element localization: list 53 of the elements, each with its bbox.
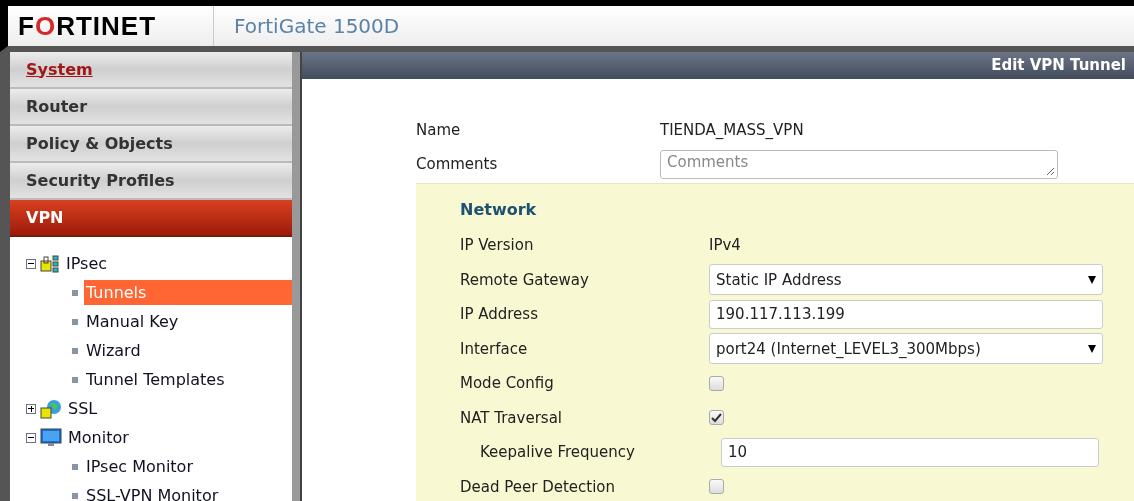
tree-item[interactable]: Tunnel Templates: [84, 367, 292, 392]
bullet-icon: [72, 289, 78, 296]
logo: FORTINET: [17, 9, 157, 43]
checkbox[interactable]: [709, 375, 724, 391]
product-title: FortiGate 1500D: [233, 13, 400, 40]
caret-icon: [1088, 275, 1096, 284]
field-label: Mode Config: [460, 373, 555, 394]
checkbox[interactable]: [709, 410, 724, 426]
field-label: IP Address: [460, 304, 539, 325]
checkbox[interactable]: [709, 479, 724, 495]
bullet-icon: [72, 318, 78, 325]
tree-item[interactable]: Manual Key: [84, 309, 292, 334]
comments-field[interactable]: Comments: [660, 149, 1058, 179]
bullet-icon: [72, 492, 78, 499]
nav-section[interactable]: Router: [10, 89, 292, 126]
tree-item[interactable]: Monitor: [68, 425, 129, 450]
field-label: Dead Peer Detection: [460, 476, 617, 498]
globe-lock-icon: [40, 398, 62, 419]
bullet-icon: [72, 463, 78, 470]
section-title: Network: [460, 199, 538, 221]
field-label: Keepalive Frequency: [480, 442, 636, 463]
collapse-icon[interactable]: [26, 432, 36, 443]
checkmark-icon: [711, 412, 722, 423]
tree-item[interactable]: SSL: [68, 396, 98, 421]
tree-item[interactable]: IPsec Monitor: [84, 454, 292, 479]
resize-handle-icon[interactable]: [1046, 166, 1055, 176]
tree-item[interactable]: IPsec: [66, 251, 108, 276]
tree-item[interactable]: SSL-VPN Monitor: [84, 483, 292, 501]
dropdown[interactable]: port24 (Internet_LEVEL3_300Mbps): [709, 333, 1103, 365]
field-label: Name: [416, 119, 462, 141]
panel-title: Edit VPN Tunnel: [991, 55, 1126, 77]
nav-section[interactable]: System: [10, 52, 292, 89]
caret-icon: [1088, 344, 1096, 353]
field-value: IPv4: [709, 235, 741, 256]
field-label: NAT Traversal: [460, 407, 563, 429]
tree-item[interactable]: Wizard: [84, 338, 292, 363]
dropdown[interactable]: Static IP Address: [709, 264, 1103, 296]
field-label: Remote Gateway: [460, 269, 590, 291]
field-value: TIENDA_MASS_VPN: [660, 119, 804, 141]
nav-section[interactable]: Policy & Objects: [10, 126, 292, 163]
network-lock-icon: [40, 254, 60, 273]
bullet-icon: [72, 376, 78, 383]
collapse-icon[interactable]: [26, 258, 36, 269]
input-field[interactable]: 10: [721, 437, 1099, 467]
field-label: IP Version: [460, 235, 535, 256]
field-label: Comments: [416, 153, 499, 175]
monitor-icon: [40, 427, 62, 448]
nav-section[interactable]: Security Profiles: [10, 163, 292, 200]
input-field[interactable]: 190.117.113.199: [709, 299, 1103, 329]
expand-icon[interactable]: [26, 403, 36, 414]
nav-section[interactable]: VPN: [10, 200, 292, 237]
bullet-icon: [72, 347, 78, 354]
field-label: Interface: [460, 338, 529, 360]
